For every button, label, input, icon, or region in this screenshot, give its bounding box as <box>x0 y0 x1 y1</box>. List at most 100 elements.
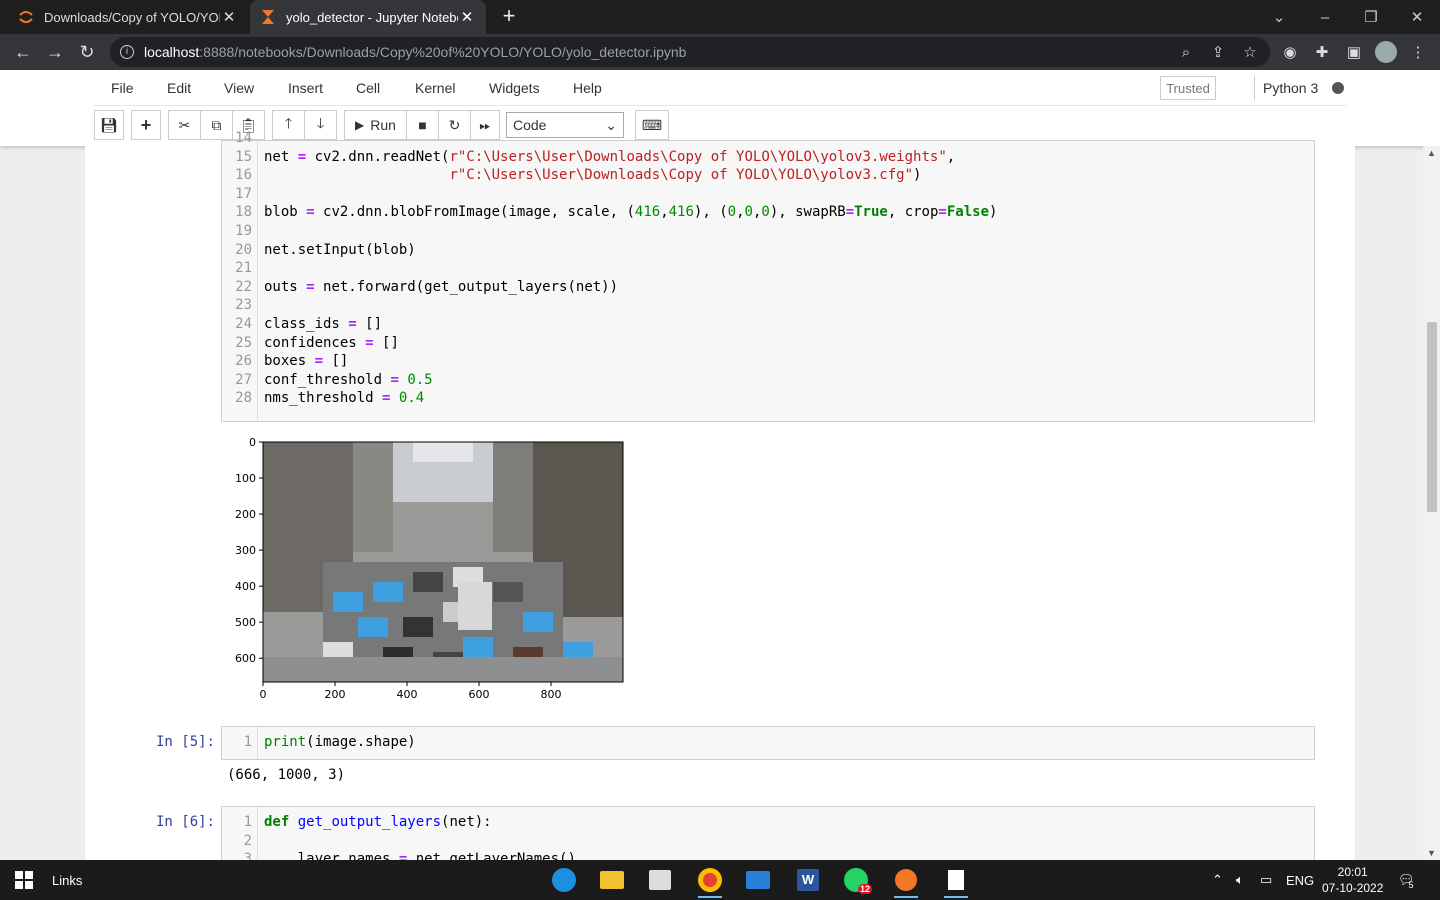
page-scrollbar[interactable]: ▲ ▼ <box>1423 146 1440 860</box>
line-number: 16 <box>235 167 252 184</box>
jupyter-app-icon[interactable] <box>890 864 922 898</box>
code-line[interactable]: 18 blob = cv2.dnn.blobFromImage(image, sc… <box>222 203 1312 222</box>
tab-downloads[interactable]: Downloads/Copy of YOLO/YOLO ✕ <box>8 0 248 34</box>
edge-icon[interactable] <box>548 864 580 896</box>
code-line[interactable]: 15 net = cv2.dnn.readNet(r"C:\Users\User\… <box>222 148 1312 167</box>
code-line[interactable]: 14 <box>222 129 1312 148</box>
tab-search-icon[interactable]: ⌄ <box>1256 0 1302 34</box>
notification-icon[interactable]: 💬︎ 5 <box>1398 860 1415 900</box>
extension-icon[interactable]: ◉ <box>1276 34 1304 70</box>
code-line[interactable]: 24 class_ids = [] <box>222 315 1312 334</box>
line-number: 15 <box>235 148 252 165</box>
code-line[interactable]: 27 conf_threshold = 0.5 <box>222 371 1312 390</box>
line-number: 21 <box>235 260 252 277</box>
forward-icon[interactable]: → <box>40 34 70 70</box>
search-label[interactable]: Links <box>52 860 82 900</box>
scroll-up-icon[interactable]: ▲ <box>1427 148 1436 158</box>
menu-widgets[interactable]: Widgets <box>489 80 540 96</box>
volume-icon[interactable]: 🔈︎ <box>1236 860 1244 900</box>
code-line[interactable]: 2 <box>222 832 1312 851</box>
file-explorer-icon[interactable] <box>596 864 628 896</box>
save-icon[interactable]: 💾︎ <box>94 110 124 140</box>
menu-file[interactable]: File <box>111 80 134 96</box>
mail-icon[interactable] <box>742 864 774 896</box>
windows-taskbar: Links W 12 ⌃ 🔈︎ ▭ ENG 20:01 07-10-2022 💬… <box>0 860 1440 900</box>
code-text: def get_output_layers(net): <box>264 814 492 830</box>
insert-cell-icon[interactable]: + <box>131 110 161 140</box>
code-text: print(image.shape) <box>264 734 416 750</box>
photo-region <box>413 572 443 592</box>
menu-view[interactable]: View <box>224 80 254 96</box>
whatsapp-icon[interactable]: 12 <box>840 864 872 896</box>
zoom-icon[interactable]: ⌕ <box>1172 34 1200 70</box>
trusted-indicator[interactable]: Trusted <box>1160 76 1216 100</box>
menu-help[interactable]: Help <box>573 80 602 96</box>
menu-edit[interactable]: Edit <box>167 80 191 96</box>
reload-icon[interactable]: ↻ <box>72 34 102 70</box>
tab-yolo-detector[interactable]: yolo_detector - Jupyter Noteboo ✕ <box>250 0 486 34</box>
code-line[interactable]: 1 def get_output_layers(net): <box>222 813 1312 832</box>
code-line[interactable]: 25 confidences = [] <box>222 334 1312 353</box>
close-tab-icon[interactable]: ✕ <box>458 8 476 26</box>
chrome-icon[interactable] <box>694 864 726 898</box>
site-info-icon[interactable]: i <box>120 45 134 59</box>
y-tick-label: 100 <box>235 472 256 485</box>
word-icon[interactable]: W <box>792 864 824 896</box>
network-icon[interactable]: ▭ <box>1260 860 1272 900</box>
photo-region <box>358 617 388 637</box>
code-line[interactable]: 19 <box>222 222 1312 241</box>
code-line[interactable]: 20 net.setInput(blob) <box>222 241 1312 260</box>
close-tab-icon[interactable]: ✕ <box>220 8 238 26</box>
code-text: nms_threshold = 0.4 <box>264 390 425 407</box>
back-icon[interactable]: ← <box>8 34 38 70</box>
menu-cell[interactable]: Cell <box>356 80 380 96</box>
scrollbar-thumb[interactable] <box>1427 322 1437 512</box>
line-number: 20 <box>235 241 252 258</box>
store-icon[interactable] <box>644 864 676 896</box>
code-line[interactable]: 16 r"C:\Users\User\Downloads\Copy of YOL… <box>222 166 1312 185</box>
new-tab-button[interactable]: + <box>496 5 522 29</box>
code-line[interactable]: 17 <box>222 185 1312 204</box>
language-indicator[interactable]: ENG <box>1286 860 1314 900</box>
code-line[interactable]: 28 nms_threshold = 0.4 <box>222 389 1312 408</box>
bookmark-star-icon[interactable]: ☆ <box>1236 34 1264 70</box>
side-panel-icon[interactable]: ▣ <box>1340 34 1368 70</box>
line-number: 24 <box>235 316 252 332</box>
code-cell-input[interactable]: 1 def get_output_layers(net): 2 3 layer_nam… <box>221 806 1315 860</box>
close-window-icon[interactable]: ✕ <box>1394 0 1440 34</box>
notepad-icon[interactable] <box>940 864 972 898</box>
code-line[interactable]: 22 outs = net.forward(get_output_layers(n… <box>222 278 1312 297</box>
scroll-down-icon[interactable]: ▼ <box>1427 848 1436 858</box>
address-bar: ← → ↻ i localhost:8888/notebooks/Downloa… <box>0 34 1440 70</box>
code-cell-input[interactable]: 14 15 net = cv2.dnn.readNet(r"C:\Users\Use… <box>221 130 1315 422</box>
code-cell-input[interactable]: 1 print(image.shape) <box>221 726 1315 760</box>
y-tick-label: 400 <box>235 580 256 593</box>
code-line[interactable]: 1 print(image.shape) <box>222 733 1312 752</box>
menu-kernel[interactable]: Kernel <box>415 80 455 96</box>
clock[interactable]: 20:01 07-10-2022 <box>1322 860 1383 900</box>
cell-output: (666, 1000, 3) <box>227 767 346 783</box>
line-number: 25 <box>235 334 252 351</box>
menu-insert[interactable]: Insert <box>288 80 323 96</box>
minimize-icon[interactable]: – <box>1302 0 1348 34</box>
profile-avatar[interactable] <box>1372 34 1400 70</box>
code-text: layer_names = net.getLayerNames() <box>264 851 576 860</box>
code-text: boxes = [] <box>264 353 349 370</box>
code-line[interactable]: 23 <box>222 296 1312 315</box>
code-line[interactable]: 21 <box>222 259 1312 278</box>
show-hidden-icons-icon[interactable]: ⌃ <box>1212 860 1223 900</box>
restore-icon[interactable]: ❐ <box>1348 0 1394 34</box>
windows-start-icon[interactable] <box>8 864 40 896</box>
image-plot: 0 200 400 600 800 0 100 200 300 400 500 600 <box>235 436 624 701</box>
y-tick-label: 0 <box>249 436 256 449</box>
y-tick-label: 600 <box>235 652 256 665</box>
cut-icon[interactable]: ✂ <box>168 110 201 140</box>
code-line[interactable]: 3 layer_names = net.getLayerNames() <box>222 850 1312 860</box>
code-line[interactable]: 26 boxes = [] <box>222 352 1312 371</box>
share-icon[interactable]: ⇪ <box>1204 34 1232 70</box>
line-number: 23 <box>235 297 252 314</box>
puzzle-icon[interactable]: ✚ <box>1308 34 1336 70</box>
line-number: 26 <box>235 353 252 370</box>
browser-menu-icon[interactable]: ⋮ <box>1404 34 1432 70</box>
url-input[interactable]: i localhost:8888/notebooks/Downloads/Cop… <box>110 37 1270 67</box>
